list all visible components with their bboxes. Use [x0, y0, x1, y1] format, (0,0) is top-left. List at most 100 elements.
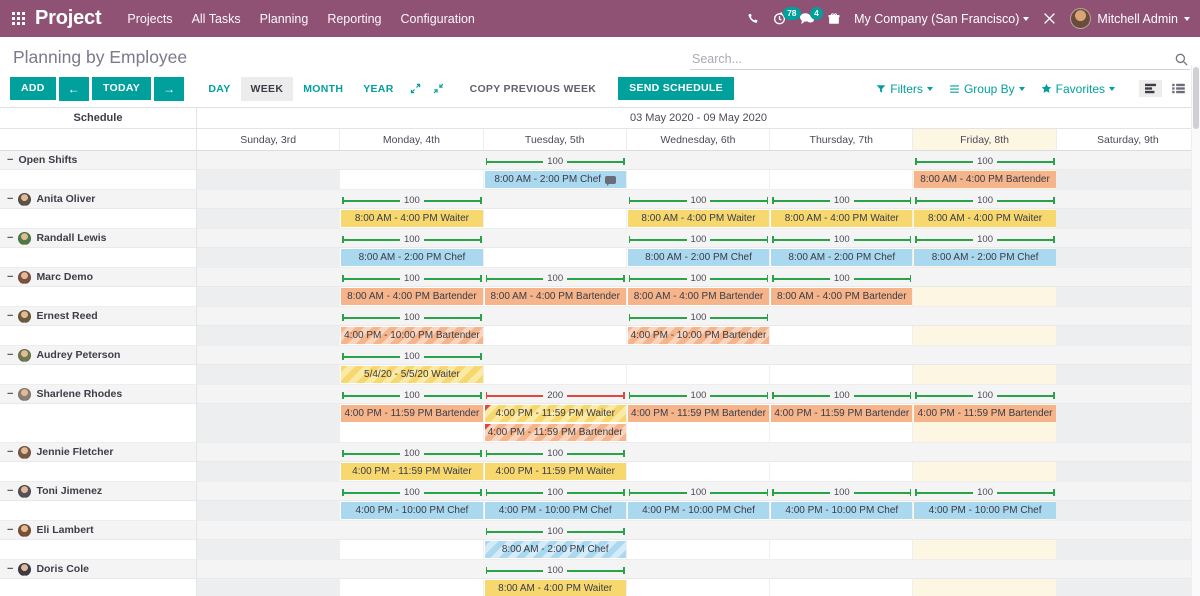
list-view-icon[interactable] [1167, 80, 1190, 97]
collapse-toggle-icon[interactable]: − [7, 389, 13, 400]
gantt-day-cell[interactable] [197, 287, 340, 306]
collapse-toggle-icon[interactable]: − [7, 564, 13, 575]
gantt-group-header[interactable]: −Randall Lewis100100100100 [0, 229, 1200, 248]
gantt-day-cell[interactable] [1057, 248, 1200, 267]
gantt-group-name[interactable]: −Audrey Peterson [0, 346, 197, 364]
company-selector[interactable]: My Company (San Francisco) [854, 12, 1029, 26]
gift-icon[interactable] [828, 12, 840, 25]
comment-icon[interactable] [605, 176, 616, 184]
gantt-shift[interactable]: 8:00 AM - 2:00 PM Chef [485, 541, 626, 558]
expand-icon[interactable] [404, 79, 427, 98]
wrench-icon[interactable] [1043, 12, 1056, 25]
gantt-shift[interactable]: 4:00 PM - 10:00 PM Chef [341, 502, 482, 519]
gantt-day-header[interactable]: Sunday, 3rd [197, 129, 340, 150]
gantt-day-cell[interactable] [484, 209, 627, 228]
gantt-day-cell[interactable] [197, 501, 340, 520]
collapse-toggle-icon[interactable]: − [7, 272, 13, 283]
gantt-day-cell[interactable] [484, 365, 627, 384]
gantt-day-cell[interactable] [197, 462, 340, 481]
gantt-shift[interactable]: 8:00 AM - 4:00 PM Waiter [485, 580, 626, 596]
gantt-shift[interactable]: 4:00 PM - 10:00 PM Bartender [341, 327, 482, 344]
gantt-group-name[interactable]: −Sharlene Rhodes [0, 385, 197, 403]
gantt-group-header[interactable]: −Marc Demo100100100100 [0, 268, 1200, 287]
gantt-day-cell[interactable] [340, 170, 483, 189]
gantt-day-cell[interactable] [197, 326, 340, 345]
app-brand[interactable]: Project [35, 7, 101, 30]
collapse-toggle-icon[interactable]: − [7, 447, 13, 458]
gantt-day-cell[interactable] [627, 365, 770, 384]
gantt-day-cell[interactable] [197, 404, 340, 423]
gantt-day-cell[interactable] [484, 326, 627, 345]
gantt-shift[interactable]: 8:00 AM - 4:00 PM Waiter [771, 210, 912, 227]
gantt-day-cell[interactable] [197, 579, 340, 596]
gantt-shift[interactable]: 5/4/20 - 5/5/20 Waiter [341, 366, 482, 383]
next-period-button[interactable]: → [154, 77, 184, 101]
gantt-shift[interactable]: 8:00 AM - 4:00 PM Bartender [341, 288, 482, 305]
gantt-day-cell[interactable] [770, 326, 913, 345]
search-input[interactable] [692, 52, 1175, 66]
collapse-toggle-icon[interactable]: − [7, 350, 13, 361]
gantt-day-cell[interactable] [770, 579, 913, 596]
menu-item-all-tasks[interactable]: All Tasks [192, 12, 241, 26]
gantt-shift[interactable]: 8:00 AM - 4:00 PM Bartender [485, 288, 626, 305]
gantt-day-cell[interactable] [627, 579, 770, 596]
apps-grid-icon[interactable] [12, 12, 25, 25]
gantt-day-cell[interactable] [913, 423, 1056, 442]
gantt-view-icon[interactable] [1139, 80, 1162, 97]
gantt-group-header[interactable]: −Sharlene Rhodes100200100100100 [0, 385, 1200, 404]
gantt-shift[interactable]: 4:00 PM - 11:59 PM Waiter [485, 463, 626, 480]
gantt-group-header[interactable]: −Jennie Fletcher100100 [0, 443, 1200, 462]
gantt-day-cell[interactable] [340, 579, 483, 596]
prev-period-button[interactable]: ← [59, 77, 89, 101]
menu-item-planning[interactable]: Planning [260, 12, 309, 26]
gantt-shift[interactable]: 8:00 AM - 4:00 PM Bartender [628, 288, 769, 305]
gantt-group-header[interactable]: −Toni Jimenez100100100100100 [0, 482, 1200, 501]
gantt-day-cell[interactable] [770, 462, 913, 481]
menu-item-reporting[interactable]: Reporting [327, 12, 381, 26]
gantt-shift[interactable]: 4:00 PM - 10:00 PM Chef [914, 502, 1055, 519]
gantt-shift[interactable]: 4:00 PM - 10:00 PM Chef [628, 502, 769, 519]
gantt-group-name[interactable]: −Anita Oliver [0, 190, 197, 208]
groupby-dropdown[interactable]: Group By [949, 82, 1025, 96]
gantt-day-cell[interactable] [197, 365, 340, 384]
phone-icon[interactable] [747, 13, 759, 25]
collapse-toggle-icon[interactable]: − [7, 525, 13, 536]
gantt-group-header[interactable]: −Audrey Peterson100 [0, 346, 1200, 365]
gantt-day-cell[interactable] [770, 540, 913, 559]
gantt-shift[interactable]: 8:00 AM - 4:00 PM Bartender [914, 171, 1055, 188]
gantt-shift[interactable]: 4:00 PM - 11:59 PM Waiter [341, 463, 482, 480]
gantt-day-cell[interactable] [1057, 501, 1200, 520]
gantt-shift[interactable]: 4:00 PM - 11:59 PM Waiter [485, 405, 626, 422]
gantt-day-header[interactable]: Friday, 8th [913, 129, 1056, 150]
vertical-scrollbar[interactable] [1191, 65, 1200, 596]
collapse-toggle-icon[interactable]: − [7, 194, 13, 205]
gantt-day-cell[interactable] [1057, 579, 1200, 596]
gantt-group-name[interactable]: −Eli Lambert [0, 521, 197, 539]
collapse-icon[interactable] [427, 79, 450, 98]
gantt-day-cell[interactable] [913, 365, 1056, 384]
gantt-day-cell[interactable] [1057, 365, 1200, 384]
gantt-day-cell[interactable] [1057, 462, 1200, 481]
clock-activity-icon[interactable]: 78 [773, 12, 786, 25]
gantt-day-cell[interactable] [770, 365, 913, 384]
gantt-group-header[interactable]: −Ernest Reed100100 [0, 307, 1200, 326]
gantt-day-cell[interactable] [340, 540, 483, 559]
gantt-group-header[interactable]: −Doris Cole100 [0, 560, 1200, 579]
gantt-day-cell[interactable] [1057, 326, 1200, 345]
collapse-toggle-icon[interactable]: − [7, 155, 13, 166]
user-menu[interactable]: Mitchell Admin [1070, 8, 1190, 29]
gantt-shift[interactable]: 4:00 PM - 11:59 PM Bartender [771, 405, 912, 422]
gantt-shift[interactable]: 8:00 AM - 2:00 PM Chef [914, 249, 1055, 266]
gantt-day-cell[interactable] [1057, 170, 1200, 189]
scale-year-button[interactable]: YEAR [353, 77, 403, 101]
gantt-day-cell[interactable] [197, 423, 340, 442]
scale-day-button[interactable]: DAY [198, 77, 240, 101]
gantt-day-cell[interactable] [197, 170, 340, 189]
gantt-shift[interactable]: 8:00 AM - 2:00 PM Chef [771, 249, 912, 266]
add-button[interactable]: ADD [10, 77, 56, 100]
gantt-shift[interactable]: 8:00 AM - 2:00 PM Chef [341, 249, 482, 266]
scale-month-button[interactable]: MONTH [293, 77, 353, 101]
gantt-shift[interactable]: 4:00 PM - 10:00 PM Chef [771, 502, 912, 519]
menu-item-projects[interactable]: Projects [127, 12, 172, 26]
collapse-toggle-icon[interactable]: − [7, 311, 13, 322]
